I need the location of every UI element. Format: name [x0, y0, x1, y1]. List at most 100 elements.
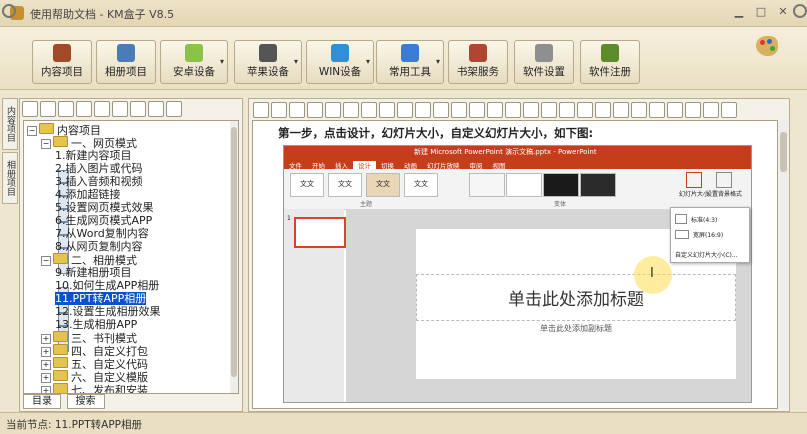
theme-thumb: 文文: [404, 173, 438, 197]
undo-icon[interactable]: [703, 102, 719, 118]
tree-item[interactable]: 7.从Word复制内容: [55, 227, 149, 261]
toolbar-button-photo[interactable]: 相册项目: [96, 40, 156, 84]
help-icon[interactable]: [166, 101, 182, 117]
outdent-icon[interactable]: [487, 102, 503, 118]
minimize-button[interactable]: ▁: [730, 4, 748, 20]
tree-item[interactable]: 4.添加超链接: [55, 188, 121, 222]
strike-icon[interactable]: [415, 102, 431, 118]
tree-item-label: 5.设置网页模式效果: [55, 201, 154, 214]
tab-content-project[interactable]: 内容项目: [2, 98, 18, 150]
find-icon[interactable]: [271, 102, 287, 118]
tree-folder[interactable]: + 三、书刊模式: [41, 331, 137, 345]
android-icon: [185, 44, 203, 62]
tree-item[interactable]: 1.新建内容项目: [55, 149, 132, 183]
theme-thumb: 文文: [328, 173, 362, 197]
tree-item[interactable]: 9.新建相册项目: [55, 266, 132, 300]
tree-folder[interactable]: + 六、自定义模版: [41, 370, 148, 384]
expand-icon[interactable]: +: [41, 373, 51, 383]
number-icon[interactable]: [433, 102, 449, 118]
image-icon[interactable]: [523, 102, 539, 118]
grid-icon[interactable]: [130, 101, 146, 117]
web-icon[interactable]: [685, 102, 701, 118]
toolbar-button-register[interactable]: 软件注册: [580, 40, 640, 84]
folder-icon: [53, 331, 68, 342]
collapse-icon[interactable]: −: [41, 139, 51, 149]
expand-icon[interactable]: +: [41, 360, 51, 370]
navigation-pane: − 内容项目 − 一、网页模式 1.新建内容项目 2.插入图片或代码 3.插入音频和视频 4.…: [19, 98, 243, 412]
align-left-icon[interactable]: [307, 102, 323, 118]
tab-directory[interactable]: 目录: [23, 394, 61, 409]
align-center-icon[interactable]: [325, 102, 341, 118]
tree-item[interactable]: 10.如何生成APP相册: [55, 279, 159, 313]
step-text: 第一步，点击设计，幻灯片大小，自定义幻灯片大小，如下图:: [278, 126, 594, 140]
tree-item[interactable]: 12.设置生成相册效果: [55, 305, 161, 339]
video-icon[interactable]: [631, 102, 647, 118]
flash-icon[interactable]: [613, 102, 629, 118]
toolbar-button-gear[interactable]: 软件设置: [514, 40, 574, 84]
copy-icon[interactable]: [58, 101, 74, 117]
tree-item[interactable]: 5.设置网页模式效果: [55, 201, 154, 235]
sound-icon[interactable]: [148, 101, 164, 117]
tree-folder[interactable]: + 五、自定义代码: [41, 357, 148, 371]
new-icon[interactable]: [22, 101, 38, 117]
spell-icon[interactable]: [289, 102, 305, 118]
tree-item-label: 11.PPT转APP相册: [55, 292, 147, 305]
tree-item[interactable]: 13.生成相册APP: [55, 318, 137, 352]
toolbar-button-label: 相册项目: [105, 66, 147, 78]
format-bg-button: 设置背景格式: [704, 170, 744, 206]
theme-thumb: 文文: [366, 173, 400, 197]
tree-folder[interactable]: − 一、网页模式: [41, 136, 137, 150]
tree-item[interactable]: 8.从网页复制内容: [55, 240, 143, 274]
tab-album-project[interactable]: 相册项目: [2, 152, 18, 204]
toolbar-button-apple[interactable]: 苹果设备 ▾: [234, 40, 302, 84]
expand-icon[interactable]: +: [41, 334, 51, 344]
document-area[interactable]: 第一步，点击设计，幻灯片大小，自定义幻灯片大小，如下图: 新建 Microsof…: [252, 120, 778, 409]
apple-icon: [259, 44, 277, 62]
tree-folder[interactable]: + 四、自定义打包: [41, 344, 148, 358]
tree-folder[interactable]: + 七、发布和安装: [41, 383, 148, 393]
tree-folder[interactable]: − 二、相册模式: [41, 253, 137, 267]
expand-icon[interactable]: +: [41, 386, 51, 393]
code-icon[interactable]: [667, 102, 683, 118]
tree-scrollbar[interactable]: [230, 121, 238, 393]
tree-item[interactable]: 3.插入音频和视频: [55, 175, 143, 209]
align-right-icon[interactable]: [343, 102, 359, 118]
toolbar-button-book[interactable]: 内容项目: [32, 40, 92, 84]
toolbar-button-android[interactable]: 安卓设备 ▾: [160, 40, 228, 84]
toolbar-button-bookshelf[interactable]: 书架服务: [448, 40, 508, 84]
indent-icon[interactable]: [469, 102, 485, 118]
underline-icon[interactable]: [397, 102, 413, 118]
settings-icon[interactable]: [112, 101, 128, 117]
toolbar-button-windows[interactable]: WIN设备 ▾: [306, 40, 374, 84]
grid-icon[interactable]: [595, 102, 611, 118]
open-icon[interactable]: [40, 101, 56, 117]
expand-icon[interactable]: +: [41, 347, 51, 357]
tree-item[interactable]: 6.生成网页模式APP: [55, 214, 152, 248]
tab-search[interactable]: 搜索: [66, 394, 105, 409]
bold-icon[interactable]: [361, 102, 377, 118]
link-icon[interactable]: [541, 102, 557, 118]
insert-icon[interactable]: [577, 102, 593, 118]
close-button[interactable]: ✕: [774, 4, 792, 20]
menu-item: 宽屏(16:9): [675, 230, 723, 239]
bullet-icon[interactable]: [451, 102, 467, 118]
redo-icon[interactable]: [721, 102, 737, 118]
maximize-button[interactable]: □: [752, 4, 770, 20]
folder-icon: [39, 123, 54, 134]
tree-item[interactable]: 11.PPT转APP相册: [55, 292, 147, 326]
document-scrollbar[interactable]: [779, 120, 788, 407]
tree-item[interactable]: 2.插入图片或代码: [55, 162, 143, 196]
italic-icon[interactable]: [379, 102, 395, 118]
pdf-icon[interactable]: [76, 101, 92, 117]
palette-icon[interactable]: [756, 36, 778, 56]
collapse-icon[interactable]: −: [27, 126, 37, 136]
save-icon[interactable]: [253, 102, 269, 118]
table-icon[interactable]: [559, 102, 575, 118]
collapse-icon[interactable]: −: [41, 256, 51, 266]
tree-folder[interactable]: − 内容项目: [27, 123, 101, 137]
audio-icon[interactable]: [649, 102, 665, 118]
image-icon[interactable]: [94, 101, 110, 117]
color-icon[interactable]: [505, 102, 521, 118]
ppt-ribbon: 文文 文文 文文 文文 主题 变体 幻灯片大小 设置背景格式: [284, 169, 751, 210]
toolbar-button-tools[interactable]: 常用工具 ▾: [376, 40, 444, 84]
